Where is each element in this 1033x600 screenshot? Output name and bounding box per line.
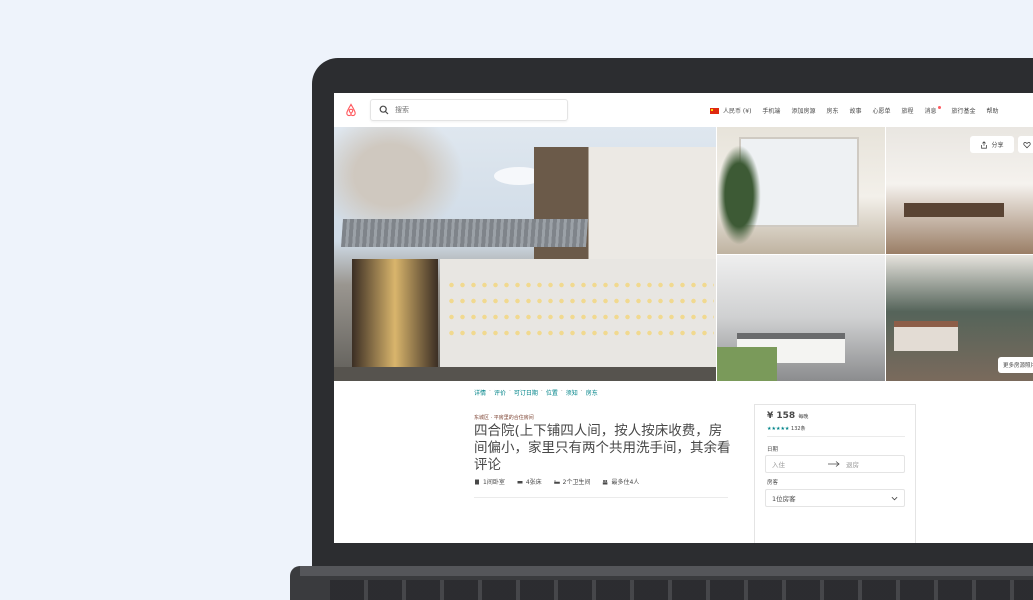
listing-facts: 1间卧室 4张床 2个卫生间 最多住4人 [474,477,651,486]
door-icon [475,479,479,484]
search-bar[interactable] [370,99,568,121]
nav-stories[interactable]: 故事 [849,106,861,115]
wall-lights [446,277,714,337]
notification-dot [937,105,941,109]
china-flag-icon [710,108,719,114]
card-divider [767,436,905,437]
fact-beds: 4张床 [517,477,542,486]
heart-icon [1023,141,1031,148]
share-button[interactable]: 分享 [970,136,1014,153]
laptop-keyboard [330,580,1033,600]
listing-location: 东城区 · 平房里的合住房间 [474,415,534,421]
dates-label: 日期 [767,447,779,453]
checkin-field[interactable]: 入住 [772,459,828,469]
nightly-price: ¥ 158 每晚 [767,411,809,421]
date-picker: 入住 退房 [765,455,905,473]
dining-table [904,203,1004,217]
section-link-location[interactable]: 位置 [546,388,558,397]
photo-living-room[interactable] [717,127,885,254]
listing-title: 四合院(上下铺四人间，按人按床收费，房间偏小，家里只有两个共用洗手间，其余看评论 [474,423,731,473]
guests-label: 房客 [767,480,779,486]
arrow-right-icon [828,461,840,467]
laptop-screen: 人民币 (¥) 手机端 添加房源 房东 故事 心愿单 旅程 消息 旅行基金 帮助 [334,93,1033,543]
search-input[interactable] [395,106,555,114]
photo-gallery: 分享 保 更多房源照片 [334,127,1033,381]
view-photos-button[interactable]: 更多房源照片 [998,357,1033,373]
nav-currency[interactable]: 人民币 (¥) [710,106,751,115]
section-nav: 详情 · 评价 · 可订日期 · 位置 · 须知 · 房东 [474,388,598,397]
fact-guests: 最多住4人 [602,477,639,486]
nav-landlord[interactable]: 房东 [826,106,838,115]
checkout-field[interactable]: 退房 [846,459,859,469]
rating[interactable]: ★★★★★ 132条 [767,425,806,432]
photo-bedroom-1[interactable] [717,255,885,381]
nav-wishlist[interactable]: 心愿单 [872,106,890,115]
main-photo[interactable] [334,127,716,381]
site-header: 人民币 (¥) 手机端 添加房源 房东 故事 心愿单 旅程 消息 旅行基金 帮助 [334,93,1033,127]
ground [334,367,716,381]
chevron-down-icon [891,496,898,500]
section-link-reviews[interactable]: 评价 [494,388,506,397]
section-link-host[interactable]: 房东 [586,388,598,397]
guests-icon [603,479,608,484]
entrance [352,259,438,367]
save-button[interactable]: 保 [1018,136,1033,153]
bed [894,321,958,351]
nav-help[interactable]: 帮助 [987,106,999,115]
green-cushion [717,347,777,381]
fact-rooms: 1间卧室 [474,477,505,486]
tiled-roof [341,219,588,247]
guests-select[interactable]: 1位房客 [765,489,905,507]
laptop-hinge [300,566,1033,576]
section-link-details[interactable]: 详情 [474,388,486,397]
nav-travel-fund[interactable]: 旅行基金 [952,106,976,115]
search-icon [379,105,389,115]
fact-baths: 2个卫生间 [553,477,590,486]
nav-messages[interactable]: 消息 [925,105,941,115]
bed-icon [517,480,523,483]
booking-card: ¥ 158 每晚 ★★★★★ 132条 日期 入住 退房 房客 1位房客 [754,404,916,543]
star-rating-icon: ★★★★★ [767,426,790,432]
top-nav: 人民币 (¥) 手机端 添加房源 房东 故事 心愿单 旅程 消息 旅行基金 帮助 [710,93,1010,127]
share-icon [981,140,988,149]
divider [474,497,728,498]
nav-mobile[interactable]: 手机端 [762,106,780,115]
section-link-availability[interactable]: 可订日期 [514,388,538,397]
plant [717,145,761,245]
bath-icon [553,479,560,484]
airbnb-logo-icon[interactable] [344,103,358,117]
nav-add-listing[interactable]: 添加房源 [791,106,815,115]
section-link-rules[interactable]: 须知 [566,388,578,397]
nav-trips[interactable]: 旅程 [902,106,914,115]
